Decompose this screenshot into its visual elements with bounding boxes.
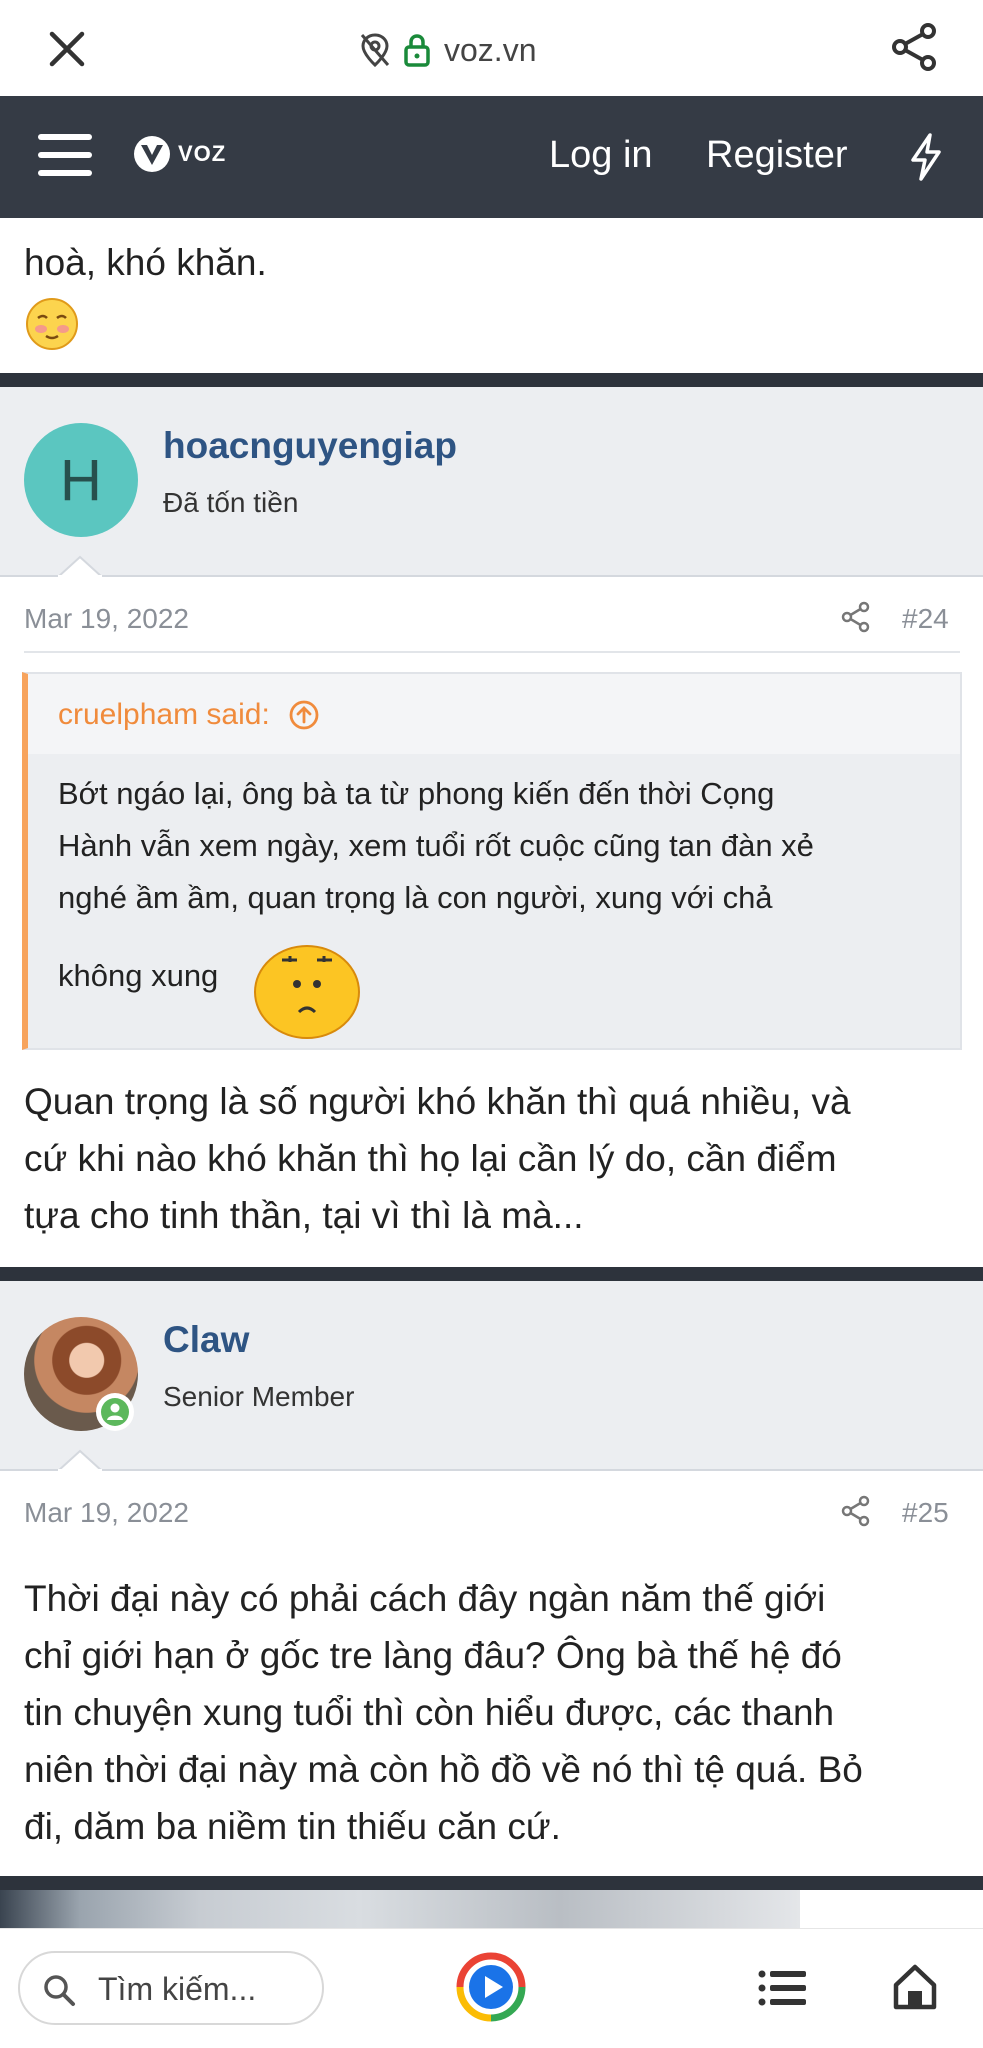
post-date[interactable]: Mar 19, 2022 — [24, 1497, 189, 1529]
user-title: Senior Member — [163, 1381, 355, 1412]
post-body-line: Thời đại này có phải cách đây ngàn năm t… — [24, 1578, 826, 1619]
quote-header[interactable]: cruelpham said: — [58, 698, 320, 732]
post-number[interactable]: #24 — [902, 603, 949, 635]
search-placeholder: Tìm kiếm... — [98, 1971, 257, 2007]
quote-line: nghé ầm ầm, quan trọng là con người, xun… — [58, 880, 773, 915]
post-user-header: H hoacnguyengiap Đã tốn tiền — [0, 387, 983, 577]
post-meta: Mar 19, 2022 #25 — [0, 1479, 983, 1549]
blushing-smiley-icon — [26, 298, 78, 350]
lock-icon — [404, 34, 430, 67]
share-post-icon[interactable] — [840, 1495, 872, 1527]
post-separator — [0, 1267, 983, 1281]
register-link[interactable]: Register — [706, 134, 848, 177]
post-body-line: Quan trọng là số người khó khăn thì quá … — [24, 1081, 851, 1122]
message-pointer — [58, 555, 102, 577]
divider — [0, 1469, 983, 1471]
post-user-header: Claw Senior Member — [0, 1281, 983, 1471]
frowning-smiley-icon — [254, 945, 360, 1039]
username-link[interactable]: Claw — [163, 1319, 249, 1361]
post-body-line: niên thời đại này mà còn hồ đồ về nó thì… — [24, 1749, 863, 1790]
play-icon[interactable] — [455, 1951, 527, 2023]
whats-new-bolt-icon[interactable] — [904, 132, 948, 182]
quote-line: không xung — [58, 958, 219, 993]
share-post-icon[interactable] — [840, 601, 872, 633]
message-pointer — [58, 1449, 102, 1471]
tracking-off-icon — [360, 33, 390, 67]
quote-author: cruelpham said: — [58, 698, 270, 731]
list-icon[interactable] — [758, 1969, 806, 2007]
post-body-line: cứ khi nào khó khăn thì họ lại cần lý do… — [24, 1138, 837, 1179]
divider — [0, 575, 983, 577]
previous-post-text: hoà, khó khăn. — [24, 242, 267, 283]
next-post-image-preview — [0, 1890, 800, 1928]
browser-bottom-bar: Tìm kiếm... — [0, 1928, 983, 2048]
user-online-icon — [101, 1398, 129, 1426]
address-display[interactable]: voz.vn — [360, 28, 536, 72]
post-separator — [0, 373, 983, 387]
search-icon — [44, 1975, 75, 2006]
avatar-letter: H — [60, 447, 102, 513]
search-box[interactable]: Tìm kiếm... — [18, 1951, 324, 2025]
browser-url-bar: voz.vn — [0, 0, 983, 96]
divider — [24, 651, 960, 653]
post-body-line: đi, dăm ba niềm tin thiếu căn cứ. — [24, 1806, 561, 1847]
post-body-line: tin chuyện xung tuổi thì còn hiểu được, … — [24, 1692, 835, 1733]
user-title: Đã tốn tiền — [163, 487, 299, 518]
avatar[interactable]: H — [24, 423, 138, 537]
post-separator — [0, 1876, 983, 1890]
arrow-up-circle-icon[interactable] — [288, 699, 320, 731]
site-header: VOZ Log in Register — [0, 96, 983, 218]
quote-body: Bớt ngáo lại, ông bà ta từ phong kiến đế… — [28, 754, 960, 1048]
quote-line: Hành vẫn xem ngày, xem tuổi rốt cuộc cũn… — [58, 828, 814, 863]
domain-text: voz.vn — [444, 31, 537, 68]
site-logo[interactable]: VOZ — [132, 134, 226, 174]
share-icon[interactable] — [890, 22, 940, 72]
menu-icon[interactable] — [38, 132, 92, 178]
quote-line: Bớt ngáo lại, ông bà ta từ phong kiến đế… — [58, 776, 775, 811]
post-date[interactable]: Mar 19, 2022 — [24, 603, 189, 635]
home-icon[interactable] — [892, 1963, 938, 2011]
logo-text: VOZ — [178, 141, 227, 166]
previous-post-tail: hoà, khó khăn. — [0, 218, 983, 373]
post-meta: Mar 19, 2022 #24 — [0, 585, 983, 655]
login-link[interactable]: Log in — [549, 134, 653, 177]
online-status-indicator — [96, 1393, 134, 1431]
voz-logo-icon — [134, 136, 170, 172]
post-body-line: chỉ giới hạn ở gốc tre làng đâu? Ông bà … — [24, 1635, 842, 1676]
post-body-line: tựa cho tinh thần, tại vì thì là mà... — [24, 1195, 584, 1236]
close-icon[interactable] — [44, 26, 90, 72]
username-link[interactable]: hoacnguyengiap — [163, 425, 457, 467]
quote-block: cruelpham said: Bớt ngáo lại, ông bà ta … — [22, 672, 962, 1050]
post-number[interactable]: #25 — [902, 1497, 949, 1529]
